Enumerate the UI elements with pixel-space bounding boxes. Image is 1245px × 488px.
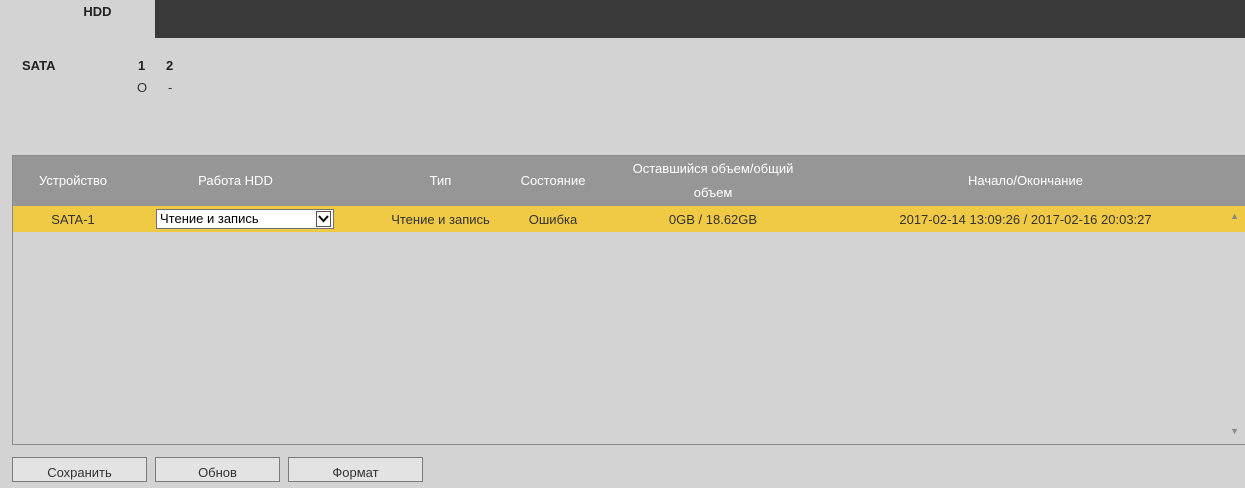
format-button[interactable]: Формат — [288, 457, 423, 482]
header-operation: Работа HDD — [198, 173, 273, 188]
sata-label: SATA — [22, 58, 56, 73]
tab-bar: HDD — [0, 0, 1245, 38]
hdd-operation-select[interactable]: Чтение и запись — [156, 209, 334, 229]
scroll-down-arrow-icon[interactable]: ▼ — [1230, 426, 1239, 436]
header-space: Оставшийся объем/общий объем — [598, 156, 828, 206]
disk-number-2: 2 — [166, 58, 174, 73]
cell-status: Ошибка — [528, 211, 578, 227]
disk-state-2: - — [168, 80, 173, 95]
tab-strip — [155, 0, 1245, 38]
header-space-line1: Оставшийся объем/общий — [632, 161, 794, 176]
hdd-table: Устройство Работа HDD Тип Состояние Оста… — [12, 155, 1245, 445]
hdd-operation-value: Чтение и запись — [160, 211, 259, 226]
scroll-up-arrow-icon[interactable]: ▲ — [1230, 211, 1239, 221]
header-space-line2: объем — [693, 185, 733, 200]
table-row[interactable]: SATA-1 Чтение и запись Чтение и запись О… — [13, 206, 1245, 232]
table-header: Устройство Работа HDD Тип Состояние Оста… — [13, 156, 1245, 206]
disk-state-1: O — [137, 80, 148, 95]
cell-device: SATA-1 — [51, 211, 95, 227]
header-status: Состояние — [520, 173, 586, 188]
cell-space: 0GB / 18.62GB — [668, 211, 758, 227]
cell-range: 2017-02-14 13:09:26 / 2017-02-16 20:03:2… — [899, 211, 1152, 227]
disk-number-1: 1 — [138, 58, 146, 73]
header-range: Начало/Окончание — [968, 173, 1083, 188]
refresh-button[interactable]: Обнов — [155, 457, 280, 482]
chevron-down-icon[interactable] — [316, 211, 331, 227]
save-button[interactable]: Сохранить — [12, 457, 147, 482]
header-device: Устройство — [38, 173, 107, 188]
tab-hdd[interactable]: HDD — [40, 0, 155, 38]
